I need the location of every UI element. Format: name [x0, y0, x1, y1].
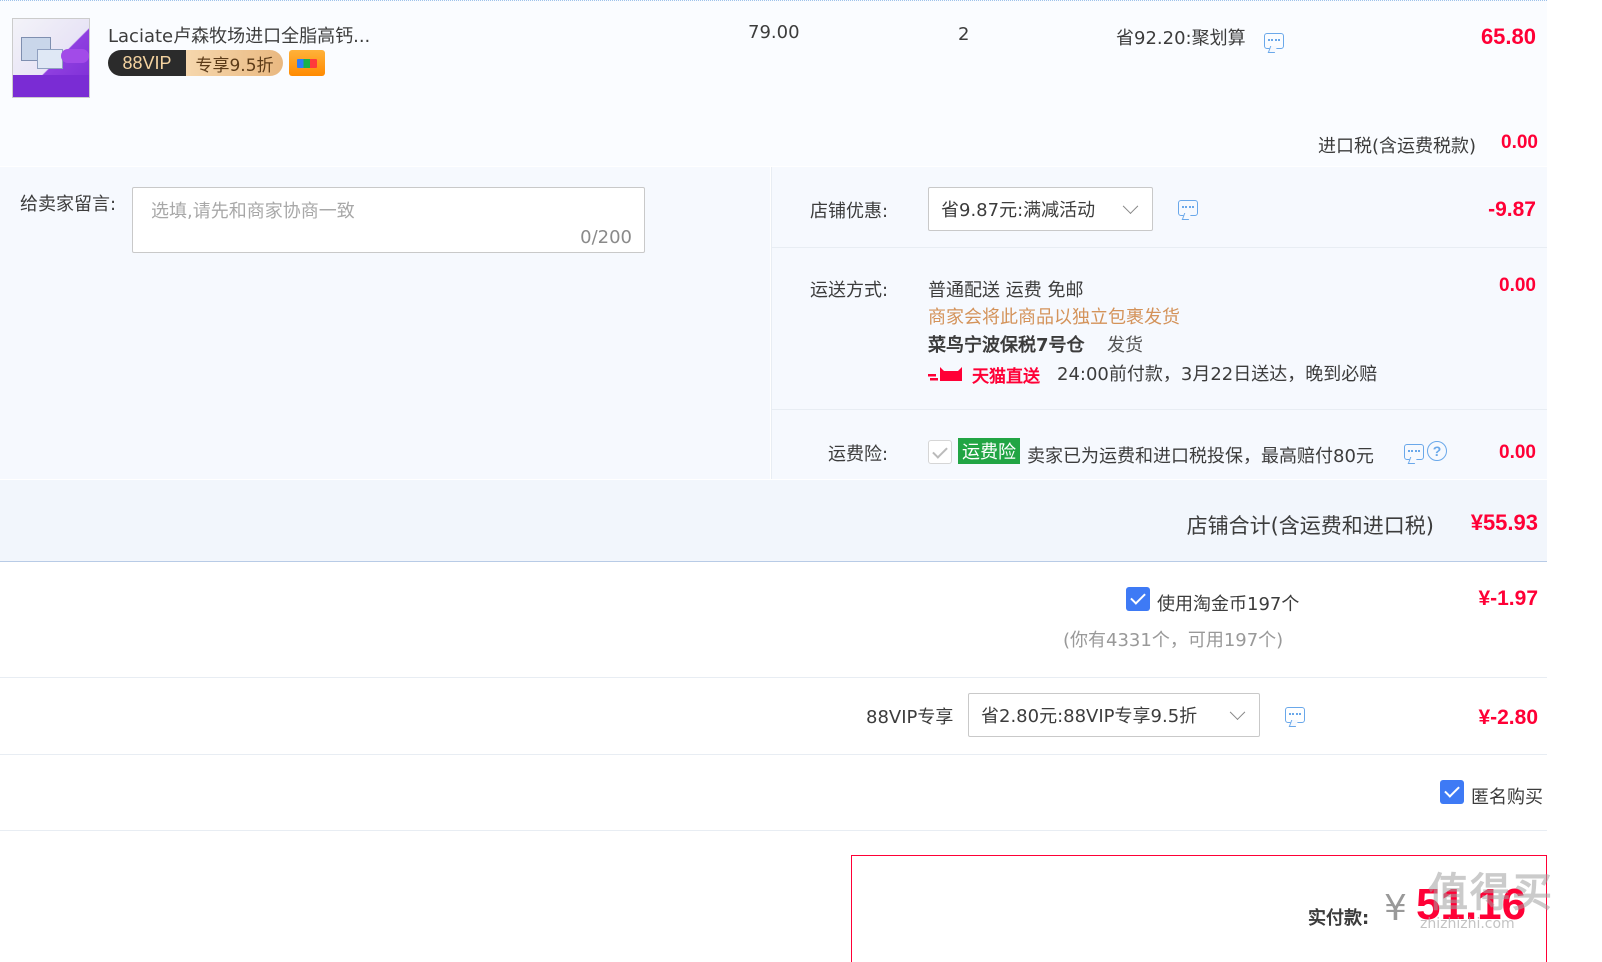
- insurance-label: 运费险:: [828, 444, 889, 465]
- tmall-direct-tag: 天猫直送: [972, 367, 1040, 387]
- product-title[interactable]: Laciate卢森牧场进口全脂高钙...: [108, 22, 370, 48]
- store-discount-label: 店铺优惠:: [810, 201, 889, 222]
- quantity: 2: [958, 24, 970, 45]
- payment-currency: ¥: [1384, 888, 1407, 929]
- anonymous-label[interactable]: 匿名购买: [1471, 783, 1543, 809]
- card-icon: [289, 50, 325, 76]
- warehouse-name: 菜鸟宁波保税7号仓: [928, 335, 1085, 356]
- insurance-checkbox[interactable]: [928, 440, 952, 464]
- import-tax-value: 0.00: [1501, 132, 1538, 153]
- insurance-tag: 运费险: [958, 438, 1020, 464]
- product-discount: 省92.20:聚划算: [1116, 28, 1246, 49]
- store-discount-select[interactable]: 省9.87元:满减活动: [928, 187, 1153, 231]
- shipping-label: 运送方式:: [810, 280, 889, 301]
- chat-icon[interactable]: [1264, 33, 1284, 49]
- message-counter: 0/200: [580, 227, 632, 248]
- coins-checkbox[interactable]: [1126, 587, 1150, 611]
- store-discount-amount: -9.87: [1488, 198, 1536, 221]
- delivery-promise: 24:00前付款，3月22日送达，晚到必赔: [1057, 364, 1378, 385]
- payment-label: 实付款:: [1308, 908, 1370, 929]
- anonymous-checkbox[interactable]: [1440, 780, 1464, 804]
- vip-tag-left: 88VIP: [108, 50, 186, 76]
- insurance-text: 卖家已为运费和进口税投保，最高赔付80元: [1027, 446, 1374, 467]
- message-placeholder: 选填,请先和商家协商一致: [151, 201, 355, 222]
- unit-price: 79.00: [748, 22, 800, 43]
- import-tax-label: 进口税(含运费税款): [1317, 136, 1476, 157]
- vip-label: 88VIP专享: [866, 707, 954, 728]
- help-icon[interactable]: ?: [1427, 441, 1447, 461]
- insurance-amount: 0.00: [1499, 442, 1536, 463]
- vip-discount-tag: 88VIP 专享9.5折: [108, 50, 283, 76]
- shipping-amount: 0.00: [1499, 275, 1536, 296]
- store-total-label: 店铺合计(含运费和进口税): [1186, 514, 1434, 538]
- watermark-logo: 值得买: [1428, 870, 1554, 916]
- vip-discount-select[interactable]: 省2.80元:88VIP专享9.5折: [968, 693, 1260, 737]
- chat-icon[interactable]: [1285, 707, 1305, 723]
- shipping-method: 普通配送 运费 免邮: [928, 280, 1084, 301]
- shipping-note: 商家会将此商品以独立包裹发货: [928, 307, 1180, 328]
- tmall-cat-icon: [928, 367, 962, 381]
- vip-tag-right: 专享9.5折: [186, 50, 283, 76]
- message-label: 给卖家留言:: [20, 194, 117, 215]
- product-thumbnail[interactable]: [12, 18, 90, 98]
- coins-hint: (你有4331个，可用197个): [1063, 630, 1284, 651]
- product-subtotal: 65.80: [1480, 24, 1536, 49]
- chat-icon[interactable]: [1404, 444, 1424, 460]
- vip-amount: ¥-2.80: [1478, 706, 1538, 729]
- coins-label[interactable]: 使用淘金币197个: [1157, 590, 1299, 616]
- coins-amount: ¥-1.97: [1478, 587, 1538, 610]
- watermark-site: zhizhizhi.com: [1420, 916, 1515, 932]
- chevron-down-icon: [1122, 198, 1139, 215]
- vip-discount-selected: 省2.80元:88VIP专享9.5折: [981, 706, 1198, 727]
- chat-icon[interactable]: [1178, 200, 1198, 216]
- store-discount-selected: 省9.87元:满减活动: [941, 200, 1096, 221]
- chevron-down-icon: [1229, 704, 1246, 721]
- store-total-amount: ¥55.93: [1470, 510, 1538, 535]
- warehouse-suffix: 发货: [1107, 335, 1143, 356]
- message-textarea[interactable]: 选填,请先和商家协商一致 0/200: [132, 187, 645, 253]
